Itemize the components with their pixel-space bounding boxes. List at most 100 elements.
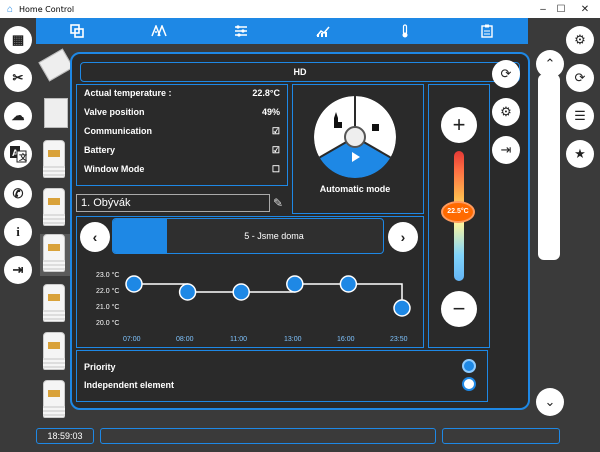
x-time-label: 13:00 [284, 336, 302, 343]
profile-progress-fill [113, 219, 167, 253]
scroll-down-button[interactable]: ⌄ [536, 388, 564, 416]
schedule-point[interactable] [286, 275, 304, 293]
favorites-button[interactable]: ★ [566, 140, 594, 168]
settings-search-icon: ⚙ [500, 104, 512, 119]
y-tick-label: 22.0 °C [96, 288, 120, 295]
home-tab[interactable] [144, 21, 174, 41]
language-button[interactable]: A文 [4, 140, 32, 168]
info-icon: i [16, 224, 20, 239]
temperature-tab[interactable] [390, 21, 420, 41]
svg-text:文: 文 [19, 152, 27, 162]
info-value: 22.8°C [252, 88, 280, 98]
decrease-temp-button[interactable]: − [441, 291, 477, 327]
device-item[interactable] [40, 188, 70, 230]
refresh-icon: ⟳ [574, 70, 586, 85]
x-time-label: 07:00 [123, 336, 141, 343]
settings-tab[interactable] [226, 21, 256, 41]
window-title: Home Control [19, 4, 75, 14]
chart-icon [316, 26, 330, 37]
device-item[interactable] [40, 380, 70, 422]
setpoint-column: + 22.5°C − [428, 84, 490, 348]
logout-button[interactable]: ⇥ [4, 256, 32, 284]
filter-button[interactable]: ☰ [566, 102, 594, 130]
priority-radio[interactable] [462, 359, 476, 373]
stop-icon [372, 124, 379, 131]
y-tick-label: 20.0 °C [96, 320, 120, 327]
plus-icon: + [452, 112, 466, 137]
phone-button[interactable]: ✆ [4, 180, 32, 208]
info-button[interactable]: i [4, 218, 32, 246]
profile-selector[interactable]: 5 - Jsme doma [112, 218, 384, 254]
setpoint-badge[interactable]: 22.5°C [441, 201, 475, 223]
schedule-point[interactable] [178, 283, 197, 301]
device-item[interactable] [40, 284, 70, 326]
clock: 18:59:03 [36, 428, 94, 444]
chevron-left-icon: ‹ [92, 229, 98, 245]
close-button[interactable]: ✕ [570, 0, 600, 18]
side-refresh-button[interactable]: ⟳ [492, 60, 520, 88]
calendar-icon: ▦ [11, 32, 25, 47]
chevron-up-icon: ⌃ [544, 56, 556, 71]
settings-button[interactable]: ⚙ [566, 26, 594, 54]
clipboard-icon [481, 24, 493, 38]
report-tab[interactable] [472, 21, 502, 41]
profile-next-button[interactable]: › [388, 222, 418, 252]
schedule-point[interactable] [232, 283, 250, 301]
increase-temp-button[interactable]: + [441, 107, 477, 143]
x-time-label: 16:00 [337, 336, 355, 343]
schedule-line [134, 283, 403, 308]
priority-label: Priority [84, 362, 116, 372]
star-icon: ★ [574, 146, 586, 161]
logout-icon: ⇥ [12, 262, 24, 277]
sliders-icon: ☰ [574, 108, 586, 123]
panel-device-icon [44, 98, 68, 128]
room-name-field[interactable]: 1. Obývák [76, 194, 270, 212]
tools-button[interactable]: ✂ [4, 64, 32, 92]
device-item[interactable] [40, 94, 70, 136]
window-mode-icon: ☐ [271, 164, 280, 174]
device-detail-panel: HD Actual temperature : 22.8°C Valve pos… [70, 52, 530, 410]
communication-check-icon: ☑ [271, 126, 280, 136]
info-label: Communication [84, 126, 153, 136]
title-bar: ⌂ Home Control – ☐ ✕ [0, 0, 600, 18]
side-export-button[interactable]: ⇥ [492, 136, 520, 164]
profile-prev-button[interactable]: ‹ [80, 222, 110, 252]
schedule-point[interactable] [393, 299, 411, 317]
info-value: 49% [261, 107, 280, 117]
sliders-icon [235, 25, 247, 37]
x-time-label: 23:50 [390, 336, 408, 343]
phone-icon: ✆ [12, 186, 24, 201]
mode-label: Automatic mode [319, 184, 391, 194]
status-bar: 18:59:03 [36, 428, 560, 446]
y-tick-label: 23.0 °C [96, 272, 120, 279]
device-item-selected[interactable] [40, 234, 70, 276]
mode-selector-wheel[interactable] [314, 96, 396, 178]
device-item[interactable] [40, 140, 70, 182]
export-icon: ⇥ [500, 142, 512, 157]
chevron-right-icon: › [400, 229, 406, 245]
devices-tab[interactable] [62, 21, 92, 41]
y-tick-label: 21.0 °C [96, 304, 120, 311]
devices-icon [70, 24, 84, 38]
statistics-tab[interactable] [308, 21, 338, 41]
battery-check-icon: ☑ [271, 145, 280, 155]
scrollbar-track[interactable] [538, 74, 560, 260]
chevron-down-icon: ⌄ [544, 394, 556, 409]
home-icon [151, 25, 167, 37]
status-field-right [442, 428, 560, 444]
side-config-button[interactable]: ⚙ [492, 98, 520, 126]
cloud-button[interactable]: ☁ [4, 102, 32, 130]
device-item[interactable] [40, 332, 70, 374]
schedule-point[interactable] [339, 275, 358, 293]
independent-radio[interactable] [462, 377, 476, 391]
status-field [100, 428, 436, 444]
schedule-chart[interactable] [122, 268, 418, 338]
home-icon: ⌂ [6, 3, 14, 15]
refresh-button[interactable]: ⟳ [566, 64, 594, 92]
schedule-point[interactable] [125, 275, 143, 293]
calendar-button[interactable]: ▦ [4, 26, 32, 54]
translate-icon: A文 [10, 146, 27, 163]
edit-pencil-icon[interactable]: ✎ [270, 194, 286, 212]
device-item[interactable] [38, 46, 74, 88]
thermometer-icon [402, 24, 408, 38]
